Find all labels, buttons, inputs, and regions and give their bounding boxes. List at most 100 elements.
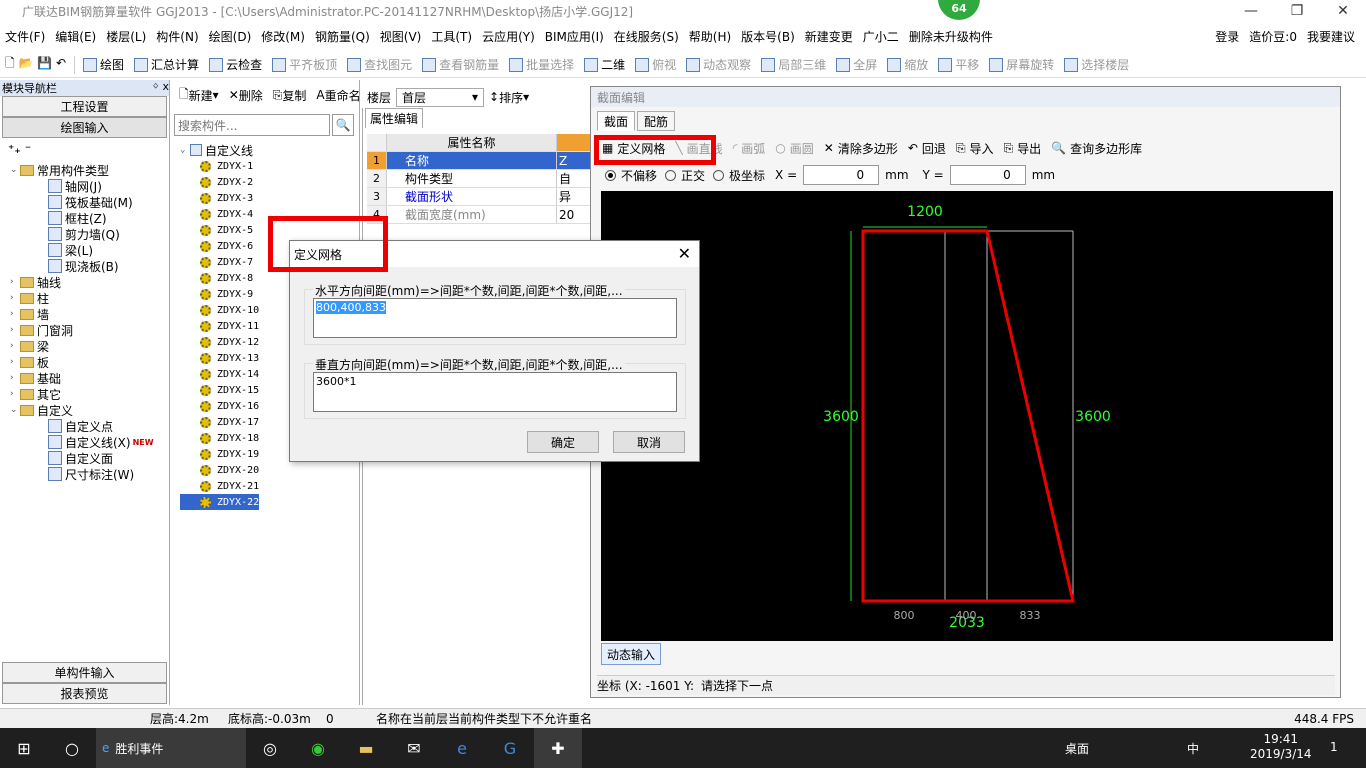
project-settings-button[interactable]: 工程设置 bbox=[2, 96, 167, 117]
toolbar-item[interactable]: 查找图元 bbox=[342, 56, 417, 73]
toolbar-item[interactable]: 俯视 bbox=[630, 56, 681, 73]
property-value[interactable]: 异 bbox=[557, 188, 591, 205]
nav-tree-item[interactable]: 自定义线(X) NEW bbox=[0, 434, 169, 450]
search-input[interactable]: 搜索构件... bbox=[174, 114, 330, 136]
property-value[interactable]: 20 bbox=[557, 206, 591, 223]
new-button[interactable]: 🗋 新建 ▾ bbox=[174, 85, 224, 106]
toolbar-item[interactable]: 批量选择 bbox=[504, 56, 579, 73]
nav-tree-item[interactable]: › 墙 bbox=[0, 306, 169, 322]
report-preview-button[interactable]: 报表预览 bbox=[2, 683, 167, 704]
ok-button[interactable]: 确定 bbox=[527, 431, 599, 453]
menu-item[interactable]: BIM应用(I) bbox=[540, 28, 609, 45]
nav-tree-item[interactable]: 筏板基础(M) bbox=[0, 194, 169, 210]
sort-button[interactable]: ↕ 排序 ▾ bbox=[484, 89, 534, 106]
copy-button[interactable]: ⎘ 复制 bbox=[268, 87, 312, 104]
component-item[interactable]: ZDYX-9 bbox=[180, 286, 259, 302]
file-icons[interactable]: 🗋 📂 💾 ↶ bbox=[0, 54, 71, 75]
menu-item[interactable]: 在线服务(S) bbox=[609, 28, 684, 45]
menu-item[interactable]: 楼层(L) bbox=[101, 28, 151, 45]
component-item[interactable]: ZDYX-16 bbox=[180, 398, 259, 414]
x-input[interactable]: 0 bbox=[803, 165, 880, 185]
cortana-icon[interactable]: ○ bbox=[48, 728, 96, 768]
dynamic-input-button[interactable]: 动态输入 bbox=[601, 643, 661, 665]
folder-icon[interactable]: ▬ bbox=[342, 728, 390, 768]
toolbar-item[interactable]: 选择楼层 bbox=[1059, 56, 1134, 73]
component-item[interactable]: ZDYX-5 bbox=[180, 222, 259, 238]
windows-start-icon[interactable]: ⊞ bbox=[0, 728, 48, 768]
menu-suggest[interactable]: 我要建议 bbox=[1302, 28, 1360, 45]
editor-tab[interactable]: 截面 bbox=[597, 111, 635, 131]
component-item[interactable]: ZDYX-12 bbox=[180, 334, 259, 350]
component-item[interactable]: ZDYX-14 bbox=[180, 366, 259, 382]
expand-arrow-icon[interactable]: › bbox=[10, 341, 20, 351]
expand-arrow-icon[interactable]: ⌄ bbox=[10, 165, 20, 175]
polar-radio[interactable] bbox=[713, 169, 725, 181]
menu-item[interactable]: 视图(V) bbox=[375, 28, 427, 45]
editor-tool[interactable]: ⎘ 导入 bbox=[951, 140, 999, 157]
component-item[interactable]: ZDYX-3 bbox=[180, 190, 259, 206]
editor-tool[interactable]: ⎘ 导出 bbox=[999, 140, 1047, 157]
editor-tool[interactable]: ╲ 画直线 bbox=[670, 140, 727, 157]
menu-item[interactable]: 编辑(E) bbox=[50, 28, 101, 45]
floor-select[interactable]: 首层 ▾ bbox=[396, 87, 485, 107]
expand-arrow-icon[interactable]: › bbox=[10, 309, 20, 319]
editor-tool[interactable]: ✕ 清除多边形 bbox=[819, 140, 903, 157]
editor-tool[interactable]: ○ 画圆 bbox=[770, 140, 819, 157]
property-row[interactable]: 4 截面宽度(mm) 20 bbox=[367, 206, 591, 224]
component-item[interactable]: ZDYX-13 bbox=[180, 350, 259, 366]
menu-item[interactable]: 工具(T) bbox=[426, 28, 477, 45]
menu-item[interactable]: 新建变更 bbox=[800, 28, 858, 45]
tree-root[interactable]: ⌄ 自定义线 bbox=[180, 142, 259, 158]
component-item[interactable]: ZDYX-18 bbox=[180, 430, 259, 446]
draw-input-button[interactable]: 绘图输入 bbox=[2, 117, 167, 138]
menu-item[interactable]: 修改(M) bbox=[256, 28, 310, 45]
nav-tree-item[interactable]: › 轴线 bbox=[0, 274, 169, 290]
nav-tree-item[interactable]: 现浇板(B) bbox=[0, 258, 169, 274]
drawing-canvas[interactable]: 1200 3600 3600 2033 800 400 833 bbox=[601, 191, 1333, 641]
component-item[interactable]: ZDYX-22 bbox=[180, 494, 260, 510]
editor-tab[interactable]: 配筋 bbox=[637, 111, 675, 131]
nav-tree-item[interactable]: › 其它 bbox=[0, 386, 169, 402]
single-input-button[interactable]: 单构件输入 bbox=[2, 662, 167, 683]
nav-tree-item[interactable]: 剪力墙(Q) bbox=[0, 226, 169, 242]
toolbar-item[interactable]: 屏幕旋转 bbox=[984, 56, 1059, 73]
nav-tree-item[interactable]: › 梁 bbox=[0, 338, 169, 354]
nav-tree-item[interactable]: 框柱(Z) bbox=[0, 210, 169, 226]
component-item[interactable]: ZDYX-2 bbox=[180, 174, 259, 190]
property-value[interactable]: 自 bbox=[557, 170, 591, 187]
ortho-radio[interactable] bbox=[665, 169, 677, 181]
expand-arrow-icon[interactable]: › bbox=[10, 373, 20, 383]
component-item[interactable]: ZDYX-4 bbox=[180, 206, 259, 222]
property-row[interactable]: 1 名称 Z bbox=[367, 152, 591, 170]
h-spacing-input[interactable]: 800,400,833 bbox=[313, 298, 677, 338]
nav-tree-item[interactable]: ⌄ 自定义 bbox=[0, 402, 169, 418]
component-item[interactable]: ZDYX-1 bbox=[180, 158, 259, 174]
expand-arrow-icon[interactable]: › bbox=[10, 357, 20, 367]
mail-icon[interactable]: ✉ bbox=[390, 728, 438, 768]
close-icon[interactable]: ✕ bbox=[1320, 0, 1366, 22]
app-icon-browser[interactable]: ◉ bbox=[294, 728, 342, 768]
nav-tree-item[interactable]: ⌄ 常用构件类型 bbox=[0, 162, 169, 178]
menu-item[interactable]: 文件(F) bbox=[0, 28, 50, 45]
menu-item[interactable]: 构件(N) bbox=[151, 28, 203, 45]
nav-tree-item[interactable]: › 基础 bbox=[0, 370, 169, 386]
toolbar-item[interactable]: 局部三维 bbox=[756, 56, 831, 73]
lang-indicator[interactable]: 中 bbox=[1187, 740, 1199, 757]
component-item[interactable]: ZDYX-21 bbox=[180, 478, 259, 494]
desktop-label[interactable]: 桌面 bbox=[1065, 740, 1089, 757]
clock[interactable]: 19:41 2019/3/14 bbox=[1250, 732, 1312, 762]
component-item[interactable]: ZDYX-20 bbox=[180, 462, 259, 478]
toolbar-item[interactable]: 云检查 bbox=[204, 56, 267, 73]
toolbar-item[interactable]: 全屏 bbox=[831, 56, 882, 73]
no-offset-radio[interactable] bbox=[605, 169, 616, 181]
component-item[interactable]: ZDYX-17 bbox=[180, 414, 259, 430]
menu-login[interactable]: 登录 bbox=[1210, 28, 1244, 45]
menu-item[interactable]: 广小二 bbox=[858, 28, 904, 45]
property-row[interactable]: 2 构件类型自 bbox=[367, 170, 591, 188]
app-icon-1[interactable]: ◎ bbox=[246, 728, 294, 768]
editor-tool[interactable]: 🔍 查询多边形库 bbox=[1046, 140, 1147, 157]
component-item[interactable]: ZDYX-7 bbox=[180, 254, 259, 270]
y-input[interactable]: 0 bbox=[949, 165, 1026, 185]
nav-tree-item[interactable]: › 板 bbox=[0, 354, 169, 370]
property-row[interactable]: 3 截面形状异 bbox=[367, 188, 591, 206]
